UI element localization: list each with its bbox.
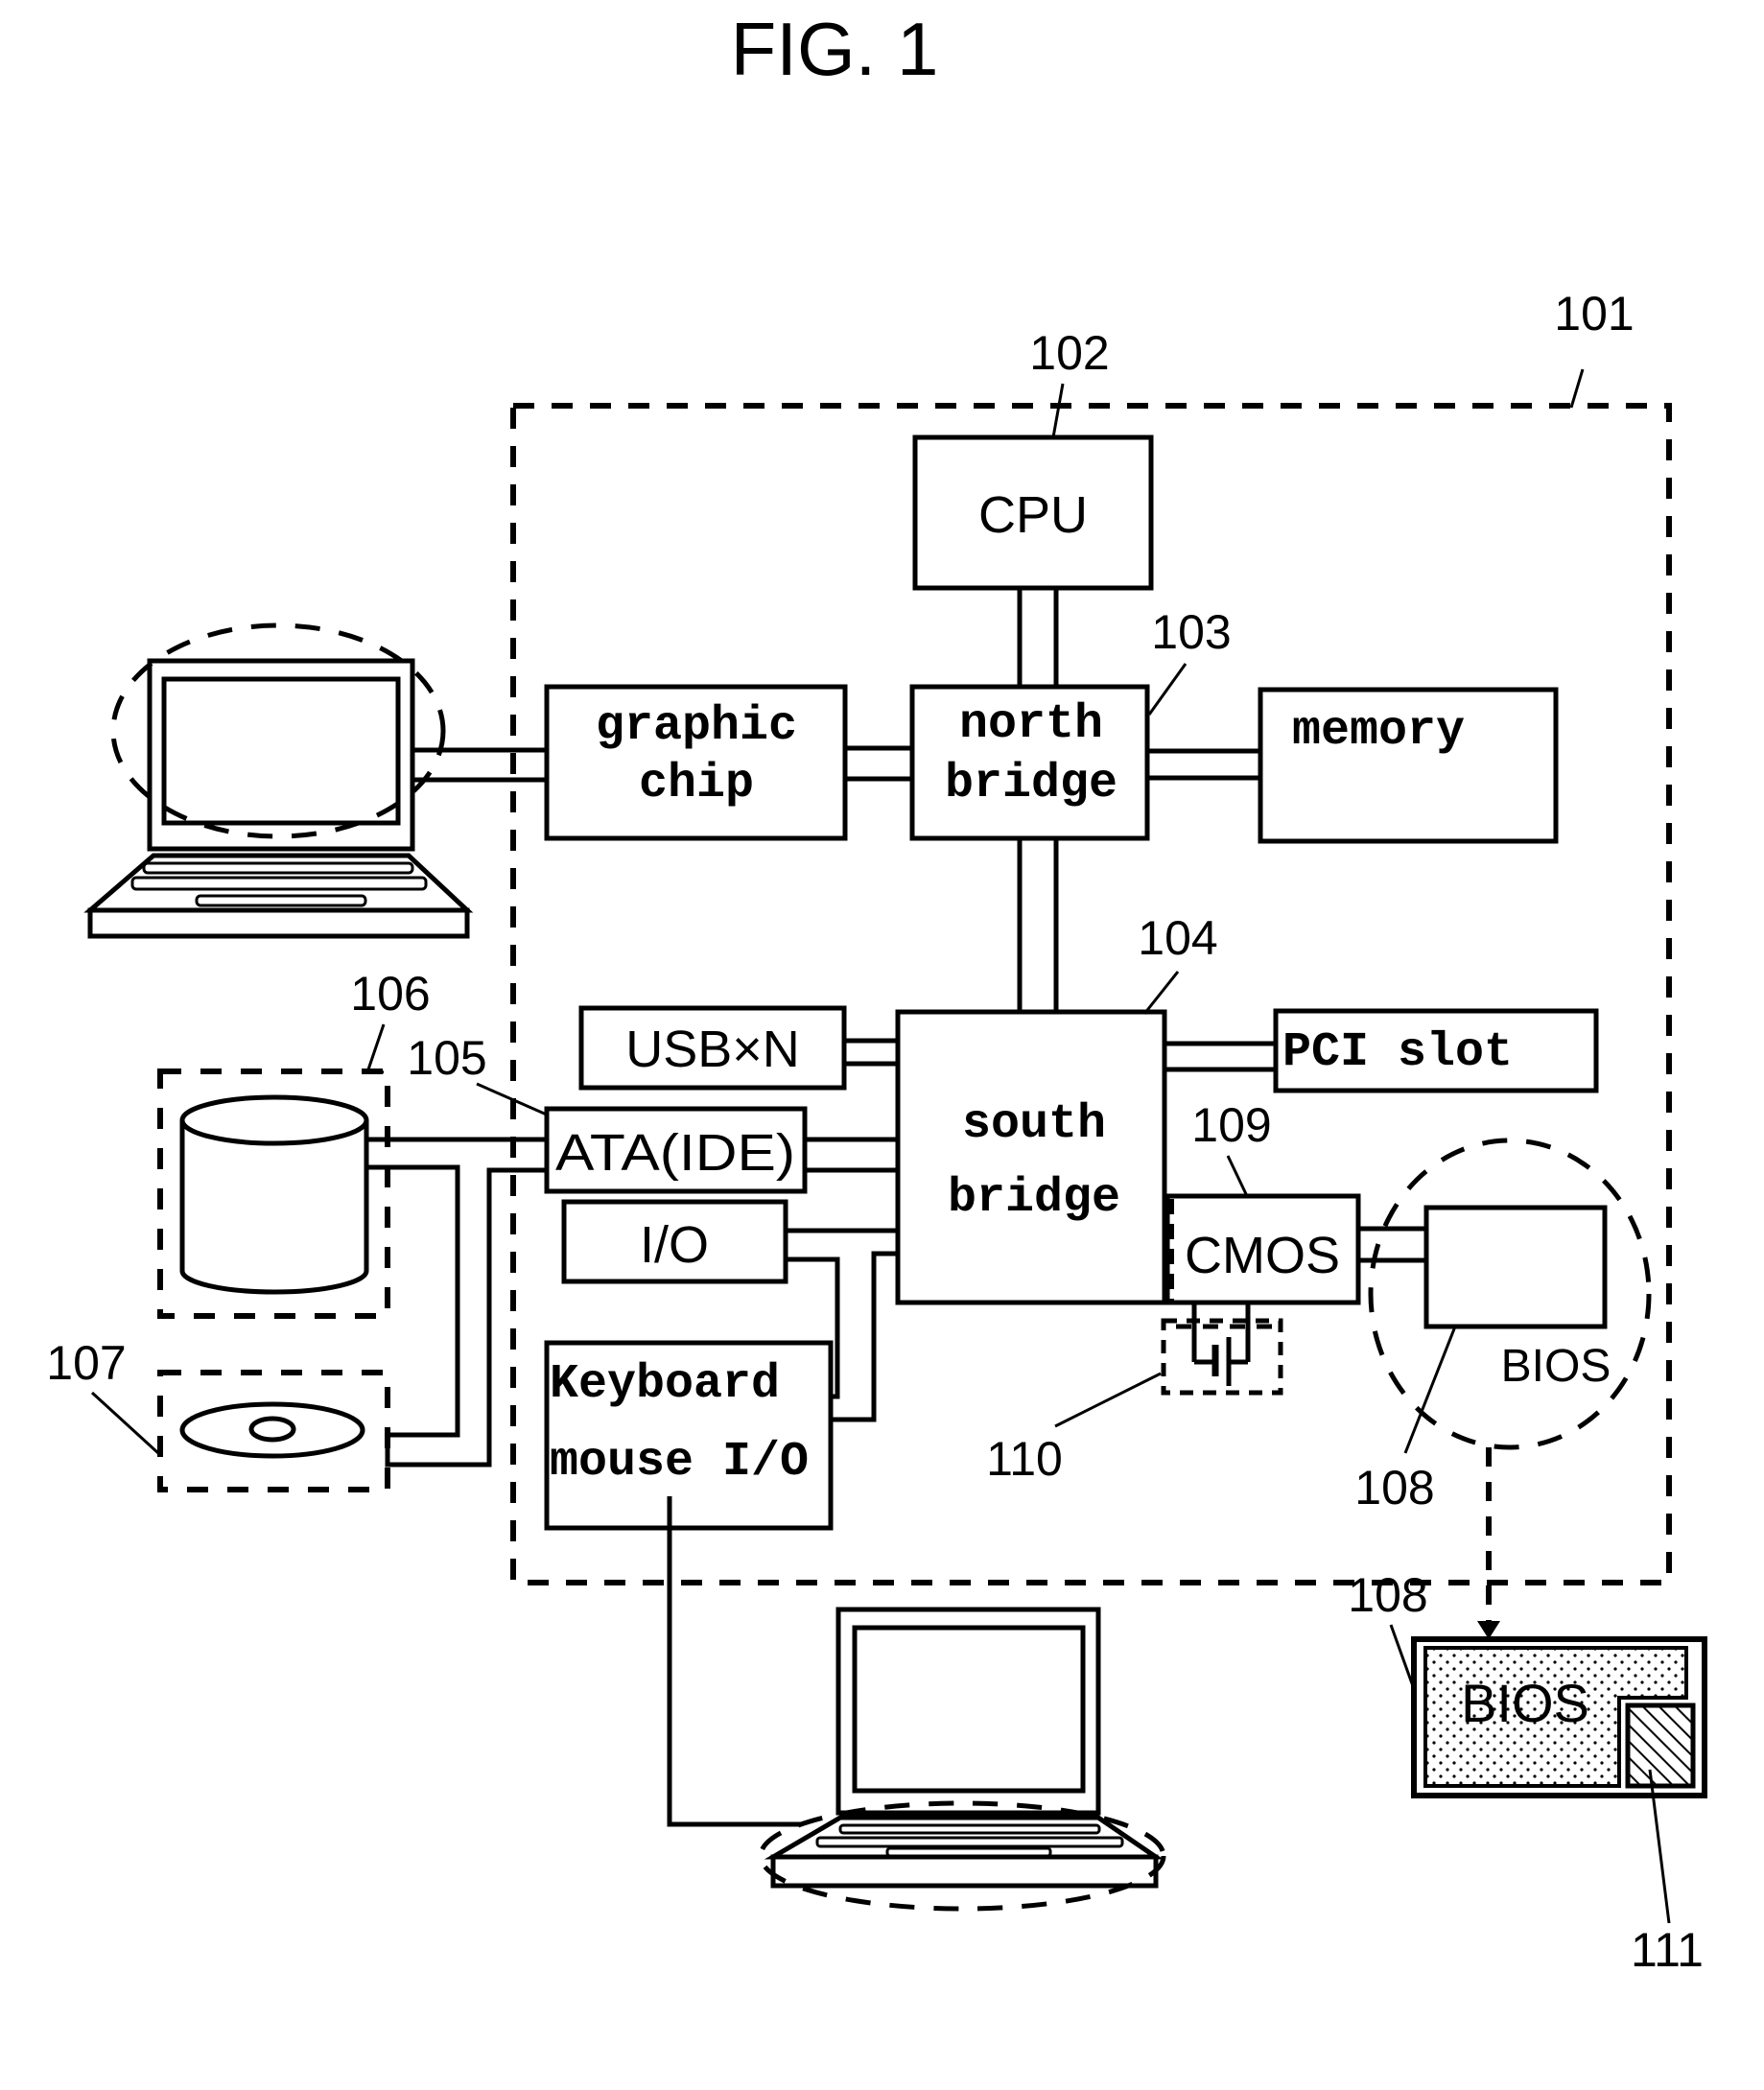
ref-108-b: 108: [1348, 1568, 1427, 1622]
ref-111: 111: [1631, 1923, 1704, 1977]
ref-105: 105: [407, 1031, 486, 1085]
ref-107: 107: [46, 1336, 126, 1390]
ref-102: 102: [1029, 326, 1109, 380]
optical-disc-icon: [179, 1401, 365, 1459]
north-bridge-label-1: north: [959, 697, 1103, 752]
ref-106: 106: [350, 967, 430, 1021]
south-bridge-label-1: south: [962, 1097, 1106, 1152]
leader-103: [1147, 663, 1188, 716]
leader-107: [90, 1391, 160, 1455]
keyboard-mouse-io-label-2: mouse I/O: [550, 1435, 809, 1490]
leader-104: [1142, 971, 1180, 1015]
south-bridge-label-2: bridge: [948, 1171, 1120, 1226]
bios-chip-label: BIOS: [1501, 1341, 1611, 1392]
north-bridge-label-2: bridge: [945, 757, 1117, 811]
bios-detail-label: BIOS: [1461, 1673, 1589, 1733]
graphic-chip-label-1: graphic: [596, 699, 797, 754]
hdd-ata-bus-b: [366, 1164, 460, 1438]
figure-title: FIG. 1: [731, 7, 939, 91]
bios-chip-box: [1423, 1205, 1608, 1329]
ref-103: 103: [1151, 605, 1231, 659]
leader-101: [1569, 368, 1585, 409]
leader-108-a: [1403, 1326, 1457, 1454]
pci-slot-label: PCI slot: [1282, 1025, 1513, 1080]
bios-detail: BIOS: [1411, 1636, 1707, 1798]
ref-110: 110: [986, 1432, 1063, 1486]
ref-108-a: 108: [1354, 1461, 1434, 1515]
keyboard-laptop-cable: [667, 1496, 801, 1827]
optical-drive-boundary: [157, 1370, 390, 1492]
hard-disk-icon: [179, 1094, 369, 1295]
ref-104: 104: [1138, 911, 1217, 965]
south-bridge-box: [895, 1009, 1167, 1305]
graphic-chip-label-2: chip: [639, 757, 754, 811]
leader-106: [366, 1023, 386, 1074]
jumper-icon: [1161, 1304, 1283, 1396]
leader-110: [1054, 1372, 1162, 1428]
memory-label: memory: [1292, 704, 1465, 759]
input-laptop-icon: [758, 1607, 1166, 1912]
ref-101: 101: [1554, 287, 1634, 341]
display-laptop-icon: [83, 622, 474, 939]
bios-region-111: [1625, 1703, 1696, 1789]
io-keyboard-bus-b: [831, 1251, 898, 1422]
cd-ata-bus: [385, 1167, 547, 1468]
cmos-label: CMOS: [1185, 1227, 1340, 1284]
leader-108-b: [1389, 1624, 1415, 1687]
diagram-canvas: FIG. 1 101 CPU 102 north bridge 103 grap…: [46, 7, 1707, 1977]
cpu-label: CPU: [978, 486, 1088, 544]
ref-109: 109: [1191, 1098, 1271, 1152]
keyboard-mouse-io-label-1: Keyboard: [550, 1357, 780, 1412]
leader-102: [1051, 383, 1065, 438]
ata-ide-label: ATA(IDE): [555, 1124, 795, 1182]
io-label: I/O: [640, 1216, 709, 1274]
leader-109: [1226, 1155, 1249, 1197]
usb-label: USB×N: [625, 1021, 800, 1078]
